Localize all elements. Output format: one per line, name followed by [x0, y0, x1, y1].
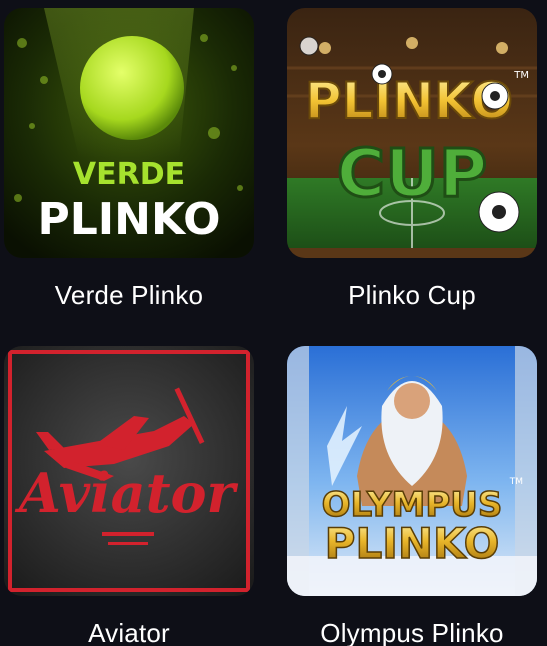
trademark-text: TM: [509, 477, 523, 487]
game-title[interactable]: Aviator: [4, 618, 254, 646]
trademark-text: TM: [513, 70, 529, 81]
plinko-cup-artwork: PLINKO TM CUP: [287, 8, 537, 258]
game-thumbnail-aviator[interactable]: Aviator: [4, 346, 254, 596]
game-grid: VERDE PLINKO Verde Plinko PLINKO TM CUP …: [0, 0, 547, 646]
olympus-plinko-artwork: OLYMPUS TM PLINKO: [287, 346, 537, 596]
game-card-aviator[interactable]: Aviator Aviator: [4, 346, 254, 646]
verde-art-text: VERDE: [73, 157, 185, 192]
cup-art-text: CUP: [337, 135, 487, 212]
game-thumbnail-plinko-cup[interactable]: PLINKO TM CUP: [287, 8, 537, 258]
verde-plinko-artwork: VERDE PLINKO: [4, 8, 254, 258]
aviator-art-text: Aviator: [14, 461, 239, 525]
game-card-plinko-cup[interactable]: PLINKO TM CUP Plinko Cup: [287, 8, 537, 310]
game-card-verde-plinko[interactable]: VERDE PLINKO Verde Plinko: [4, 8, 254, 310]
game-thumbnail-olympus-plinko[interactable]: OLYMPUS TM PLINKO: [287, 346, 537, 596]
game-title[interactable]: Olympus Plinko: [287, 618, 537, 646]
plinko-art-text: PLINKO: [325, 519, 500, 568]
game-thumbnail-verde-plinko[interactable]: VERDE PLINKO: [4, 8, 254, 258]
plinko-art-text: PLINKO: [37, 194, 220, 245]
game-title[interactable]: Plinko Cup: [287, 280, 537, 311]
aviator-artwork: Aviator: [4, 346, 254, 596]
green-ball-icon: [80, 36, 184, 140]
plinko-art-text: PLINKO: [305, 72, 513, 130]
game-card-olympus-plinko[interactable]: OLYMPUS TM PLINKO Olympus Plinko: [287, 346, 537, 646]
game-title[interactable]: Verde Plinko: [4, 280, 254, 311]
